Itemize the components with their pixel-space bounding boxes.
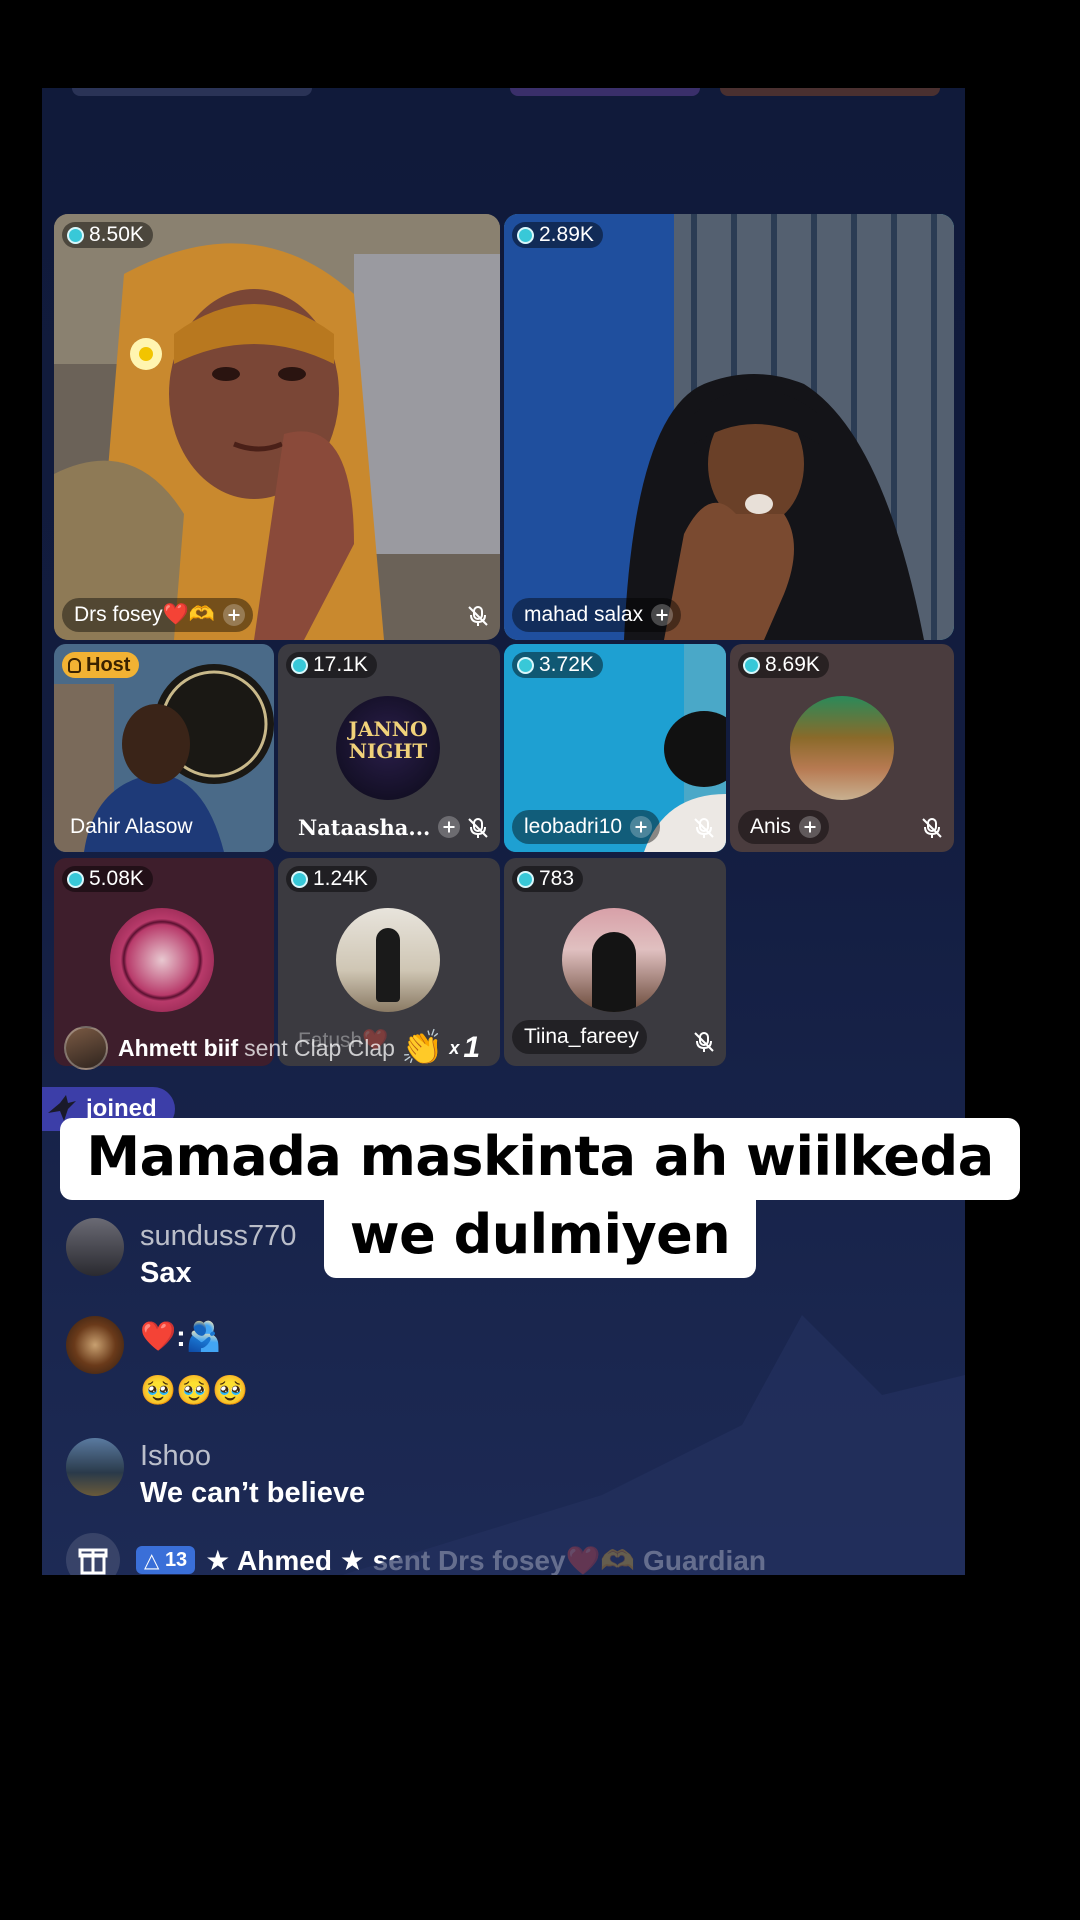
- caption-line-2: we dulmiyen: [323, 1196, 757, 1278]
- coin-icon: [67, 226, 84, 244]
- viewer-count: 1.24K: [286, 866, 377, 892]
- guest-name-pill[interactable]: leobadri10: [512, 810, 661, 844]
- guest-name-pill[interactable]: mahad salax: [512, 598, 682, 632]
- caption-line-1: Mamada maskinta ah wiilkeda: [60, 1118, 1020, 1200]
- guest-name: mahad salax: [524, 603, 644, 626]
- gift-count: 1: [463, 1031, 481, 1064]
- mic-muted-icon: [468, 818, 488, 838]
- follow-plus-icon[interactable]: [438, 816, 461, 838]
- video-caption: Mamada maskinta ah wiilkeda we dulmiyen: [0, 1118, 1080, 1278]
- viewer-count: 2.89K: [512, 222, 603, 248]
- coin-icon: [291, 870, 308, 888]
- coin-icon: [517, 656, 534, 674]
- live-room-screen: 8.50K Drs fosey❤️🫶 2.89K mahad salax Hos…: [42, 88, 965, 1575]
- guest-tile-mahad-salax[interactable]: 2.89K mahad salax: [504, 214, 954, 640]
- viewer-count: 5.08K: [62, 866, 153, 892]
- gift-multiplier: x: [449, 1037, 460, 1058]
- gift-action: sent Clap Clap: [244, 1034, 395, 1061]
- viewer-count: 3.72K: [512, 652, 603, 678]
- sender-avatar: [64, 1026, 108, 1070]
- guest-name: leobadri10: [524, 815, 623, 838]
- coin-icon: [743, 656, 760, 674]
- guest-name: Tiina_fareey: [524, 1025, 639, 1048]
- mic-muted-icon: [922, 818, 942, 838]
- follow-plus-icon[interactable]: [630, 816, 653, 838]
- guest-avatar: [790, 696, 894, 800]
- clap-icon: 👏: [400, 1029, 444, 1067]
- mic-muted-icon: [468, 606, 488, 626]
- guest-avatar: JANNO NIGHT: [336, 696, 440, 800]
- mic-muted-icon: [694, 1032, 714, 1052]
- guest-name-pill[interactable]: Tiina_fareey: [512, 1020, 647, 1054]
- guest-name-pill[interactable]: Drs fosey❤️🫶: [62, 598, 253, 632]
- guest-name: Anis: [750, 815, 791, 838]
- viewer-count: 8.50K: [62, 222, 153, 248]
- follow-plus-icon[interactable]: [798, 816, 821, 838]
- top-pill-mid: [510, 88, 700, 96]
- guest-avatar: [336, 908, 440, 1012]
- guest-avatar: [562, 908, 666, 1012]
- guest-name: Drs fosey❤️🫶: [74, 603, 215, 626]
- viewer-count: 8.69K: [738, 652, 829, 678]
- top-pill-right: [720, 88, 940, 96]
- guest-tile-tiina-fareey[interactable]: 783 Tiina_fareey: [504, 858, 726, 1066]
- host-tile-dahir-alasow[interactable]: Host Dahir Alasow: [54, 644, 274, 852]
- gift-banner: Ahmett biif sent Clap Clap 👏 x 1: [64, 1025, 480, 1071]
- guest-tile-leobadri10[interactable]: 3.72K leobadri10: [504, 644, 726, 852]
- guest-avatar: [110, 908, 214, 1012]
- video-feed: [504, 214, 954, 640]
- host-badge: Host: [62, 652, 140, 678]
- guest-name-pill[interactable]: Dahir Alasow: [62, 810, 201, 844]
- gift-sender: Ahmett biif: [118, 1034, 239, 1061]
- coin-icon: [67, 870, 84, 888]
- host-icon: [68, 657, 81, 673]
- follow-plus-icon[interactable]: [222, 604, 245, 626]
- mountain-background: [342, 1315, 965, 1575]
- viewer-count: 783: [512, 866, 584, 892]
- coin-icon: [517, 870, 534, 888]
- guest-tile-drs-fosey[interactable]: 8.50K Drs fosey❤️🫶: [54, 214, 500, 640]
- mic-muted-icon: [694, 818, 714, 838]
- top-pill-left: [72, 88, 312, 96]
- guest-name-pill[interactable]: Nataasha...: [286, 810, 468, 844]
- coin-icon: [291, 656, 308, 674]
- guest-name: Dahir Alasow: [70, 815, 193, 838]
- guest-tile-nataasha[interactable]: JANNO NIGHT 17.1K Nataasha...: [278, 644, 500, 852]
- guest-name: Nataasha...: [298, 814, 431, 840]
- guest-name-pill[interactable]: Anis: [738, 810, 829, 844]
- guest-tile-anis[interactable]: 8.69K Anis: [730, 644, 954, 852]
- coin-icon: [517, 226, 534, 244]
- video-feed: [54, 214, 500, 640]
- viewer-count: 17.1K: [286, 652, 377, 678]
- follow-plus-icon[interactable]: [651, 604, 674, 626]
